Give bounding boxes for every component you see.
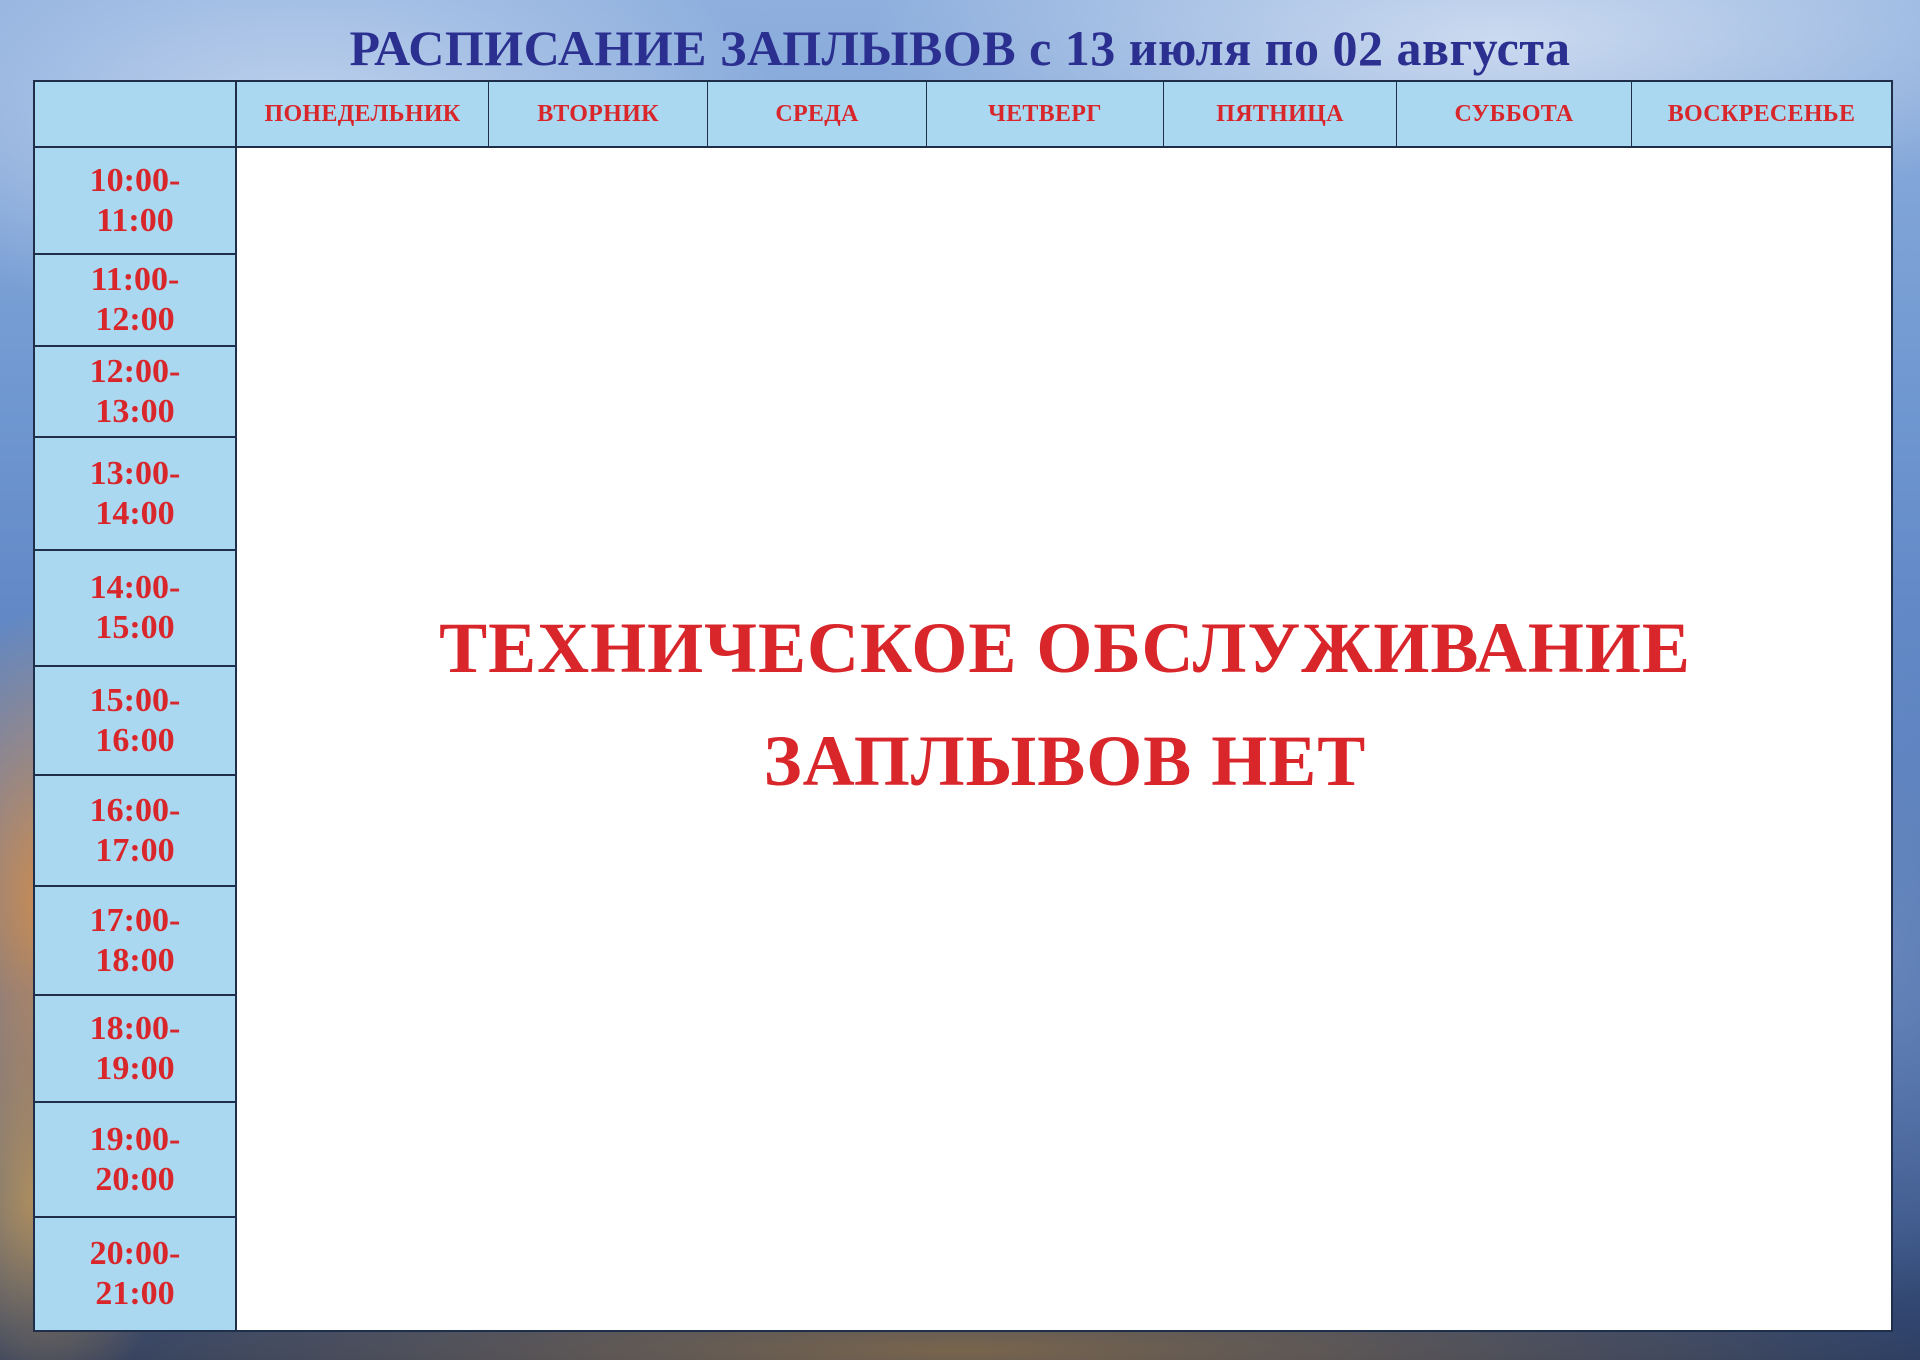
time-slots-column: 10:00- 11:00 11:00- 12:00 12:00- 13:00 1… (35, 148, 237, 1330)
time-slot-start: 13:00- (89, 454, 181, 492)
time-slot: 14:00- 15:00 (35, 551, 235, 667)
time-slot: 19:00- 20:00 (35, 1103, 235, 1218)
time-slot: 12:00- 13:00 (35, 347, 235, 438)
time-slot-end: 16:00 (95, 721, 175, 759)
time-slot-start: 15:00- (89, 681, 181, 719)
time-slot: 16:00- 17:00 (35, 776, 235, 887)
time-slot-end: 11:00 (96, 201, 174, 239)
time-slot: 17:00- 18:00 (35, 887, 235, 996)
time-slot: 11:00- 12:00 (35, 255, 235, 347)
header-corner-cell (35, 82, 237, 146)
time-slot: 15:00- 16:00 (35, 667, 235, 776)
page-title: РАСПИСАНИЕ ЗАПЛЫВОВ с 13 июля по 02 авгу… (349, 20, 1571, 76)
day-header-tuesday: ВТОРНИК (489, 82, 708, 146)
time-slot-start: 20:00- (89, 1235, 181, 1272)
day-header-friday: ПЯТНИЦА (1164, 82, 1397, 146)
day-header-saturday: СУББОТА (1397, 82, 1632, 146)
time-slot: 20:00- 21:00 (35, 1218, 235, 1330)
time-slot: 18:00- 19:00 (35, 996, 235, 1103)
time-slot-end: 15:00 (95, 609, 175, 646)
maintenance-notice: ТЕХНИЧЕСКОЕ ОБСЛУЖИВАНИЕ ЗАПЛЫВОВ НЕТ (239, 148, 1891, 1330)
time-slot-start: 10:00- (89, 161, 181, 199)
time-slot-start: 19:00- (89, 1120, 181, 1158)
day-header-monday: ПОНЕДЕЛЬНИК (237, 82, 489, 146)
time-slot-start: 18:00- (89, 1009, 181, 1047)
time-slot-end: 12:00 (95, 301, 175, 338)
time-slot: 13:00- 14:00 (35, 438, 235, 551)
time-slot-end: 13:00 (95, 392, 175, 430)
days-header-row: ПОНЕДЕЛЬНИК ВТОРНИК СРЕДА ЧЕТВЕРГ ПЯТНИЦ… (35, 82, 1891, 148)
time-slot-end: 17:00 (95, 831, 175, 869)
time-slot-end: 19:00 (95, 1049, 175, 1087)
time-slot-end: 20:00 (95, 1160, 175, 1198)
time-slot: 10:00- 11:00 (35, 148, 235, 255)
time-slot-start: 16:00- (89, 791, 181, 829)
schedule-table: ПОНЕДЕЛЬНИК ВТОРНИК СРЕДА ЧЕТВЕРГ ПЯТНИЦ… (33, 80, 1893, 1332)
notice-line-no-swims: ЗАПЛЫВОВ НЕТ (763, 721, 1367, 801)
day-header-sunday: ВОСКРЕСЕНЬЕ (1667, 100, 1856, 127)
time-slot-end: 21:00 (95, 1275, 175, 1312)
day-header-wednesday: СРЕДА (708, 82, 927, 146)
time-slot-start: 17:00- (89, 901, 181, 939)
time-slot-end: 18:00 (95, 941, 175, 979)
time-slot-start: 14:00- (89, 569, 181, 606)
day-header-thursday: ЧЕТВЕРГ (927, 82, 1164, 146)
time-slot-start: 11:00- (90, 261, 180, 298)
time-slot-end: 14:00 (95, 494, 175, 532)
notice-line-maintenance: ТЕХНИЧЕСКОЕ ОБСЛУЖИВАНИЕ (439, 608, 1691, 688)
time-slot-start: 12:00- (89, 352, 181, 390)
